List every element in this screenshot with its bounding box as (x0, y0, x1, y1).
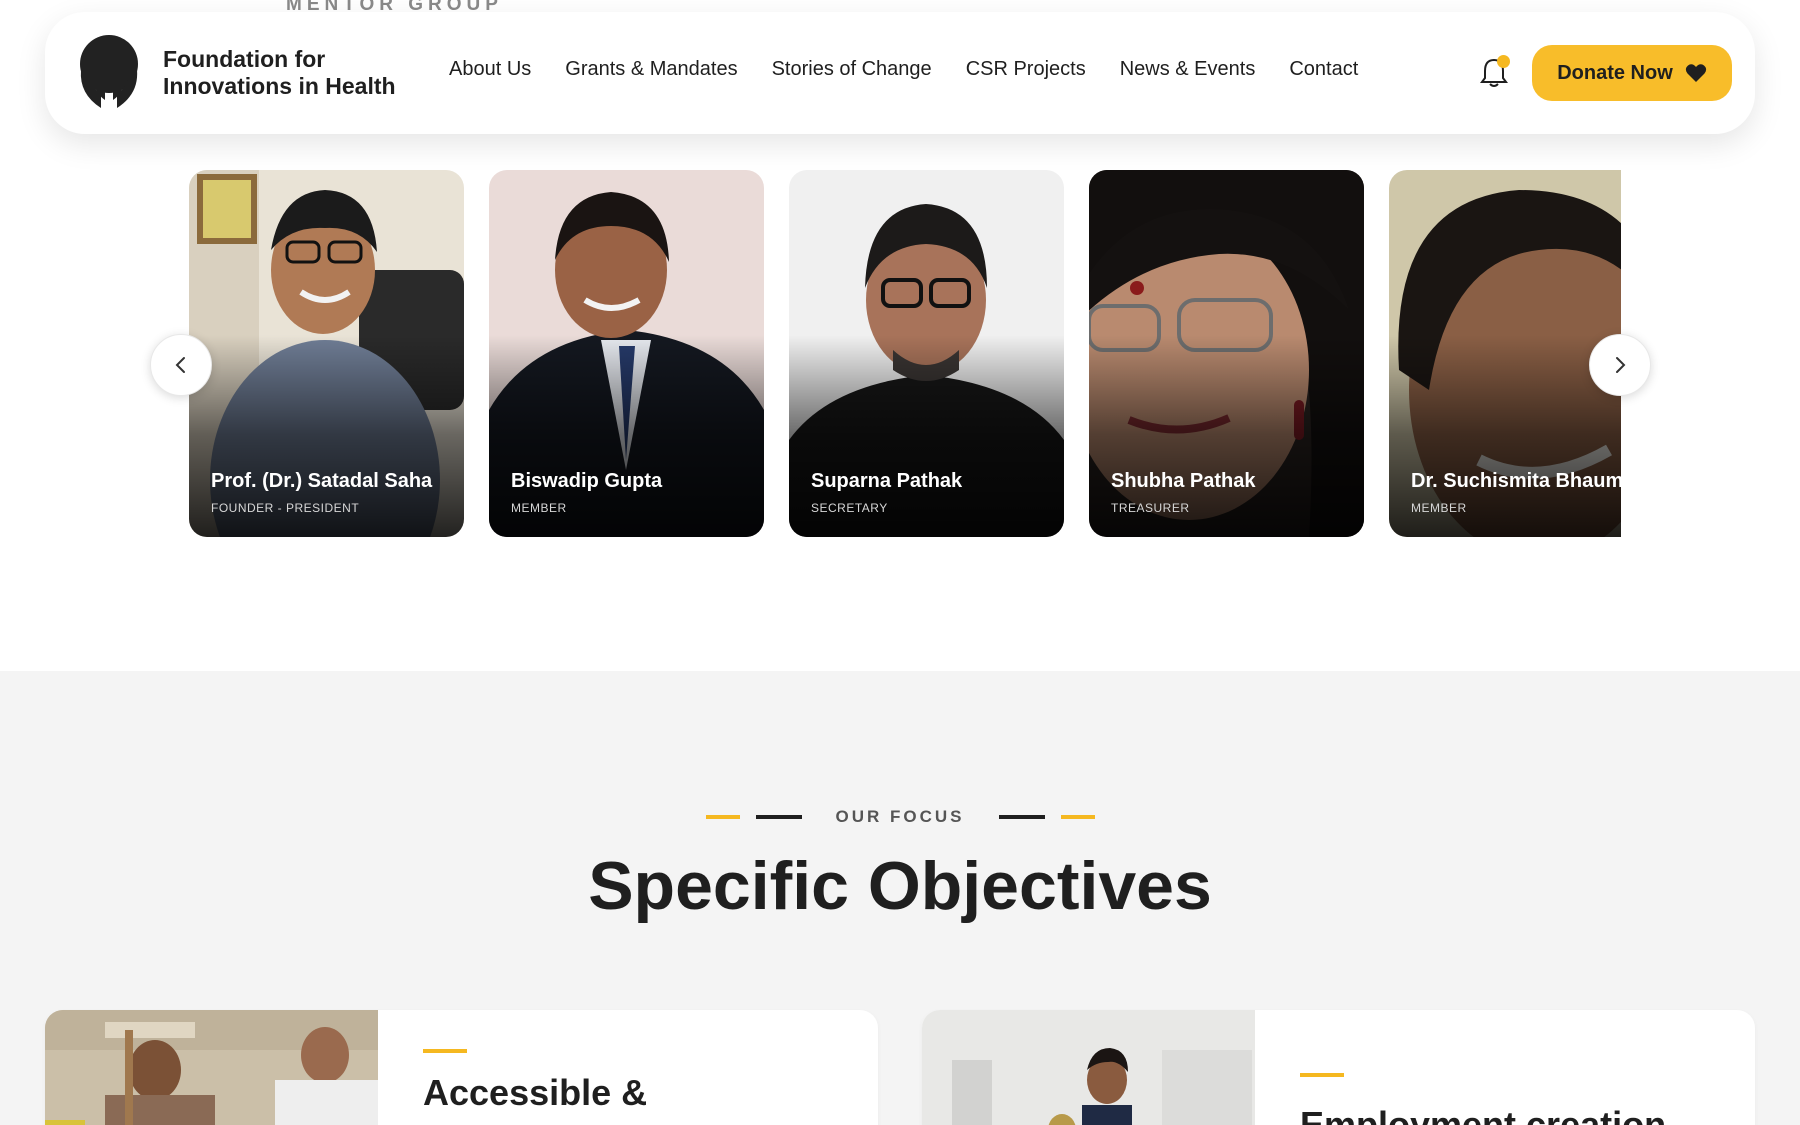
nav-grants-mandates[interactable]: Grants & Mandates (565, 58, 737, 81)
member-card[interactable]: Suparna Pathak SECRETARY (789, 170, 1064, 537)
foundation-logo[interactable] (71, 34, 147, 112)
brand-name[interactable]: Foundation for Innovations in Health (163, 46, 396, 100)
carousel-prev-button[interactable] (150, 334, 212, 396)
member-role: TREASURER (1111, 501, 1190, 515)
objective-photo (922, 1010, 1255, 1125)
objectives-section: OUR FOCUS Specific Objectives Accessible… (0, 671, 1800, 1125)
main-nav: About Us Grants & Mandates Stories of Ch… (449, 58, 1392, 81)
member-name: Suparna Pathak (811, 470, 963, 492)
member-role: MEMBER (511, 501, 567, 515)
chevron-right-icon (1616, 357, 1626, 373)
nav-csr-projects[interactable]: CSR Projects (966, 58, 1086, 81)
nav-contact[interactable]: Contact (1289, 58, 1358, 81)
member-name: Shubha Pathak (1111, 470, 1256, 492)
section-title: Specific Objectives (588, 848, 1212, 924)
member-name: Biswadip Gupta (511, 470, 663, 492)
section-eyebrow: OUR FOCUS (0, 807, 1800, 827)
member-role: MEMBER (1411, 501, 1467, 515)
donate-button[interactable]: Donate Now (1532, 45, 1732, 101)
member-card[interactable]: Prof. (Dr.) Satadal Saha FOUNDER - PRESI… (189, 170, 464, 537)
member-name: Dr. Suchismita Bhaumik (1411, 470, 1621, 492)
objective-photo (45, 1010, 378, 1125)
nav-news-events[interactable]: News & Events (1120, 58, 1256, 81)
chevron-left-icon (175, 357, 185, 373)
members-carousel: Prof. (Dr.) Satadal Saha FOUNDER - PRESI… (189, 170, 1621, 538)
objective-card[interactable]: Accessible & (45, 1010, 878, 1125)
site-header: Foundation for Innovations in Health Abo… (45, 12, 1755, 134)
notification-dot (1497, 55, 1510, 68)
member-role: FOUNDER - PRESIDENT (211, 501, 360, 515)
objective-title: Accessible & (423, 1072, 648, 1113)
nav-about-us[interactable]: About Us (449, 58, 531, 81)
member-name: Prof. (Dr.) Satadal Saha (211, 470, 433, 492)
heart-icon (1685, 64, 1706, 82)
member-card[interactable]: Shubha Pathak TREASURER (1089, 170, 1364, 537)
objective-card[interactable]: Employment creation (922, 1010, 1755, 1125)
nav-stories-of-change[interactable]: Stories of Change (772, 58, 932, 81)
member-card[interactable]: Biswadip Gupta MEMBER (489, 170, 764, 537)
objective-title: Employment creation (1300, 1104, 1667, 1125)
carousel-next-button[interactable] (1589, 334, 1651, 396)
member-role: SECRETARY (811, 501, 888, 515)
member-card[interactable]: Dr. Suchismita Bhaumik MEMBER (1389, 170, 1621, 537)
eyebrow-label: OUR FOCUS (835, 807, 965, 826)
